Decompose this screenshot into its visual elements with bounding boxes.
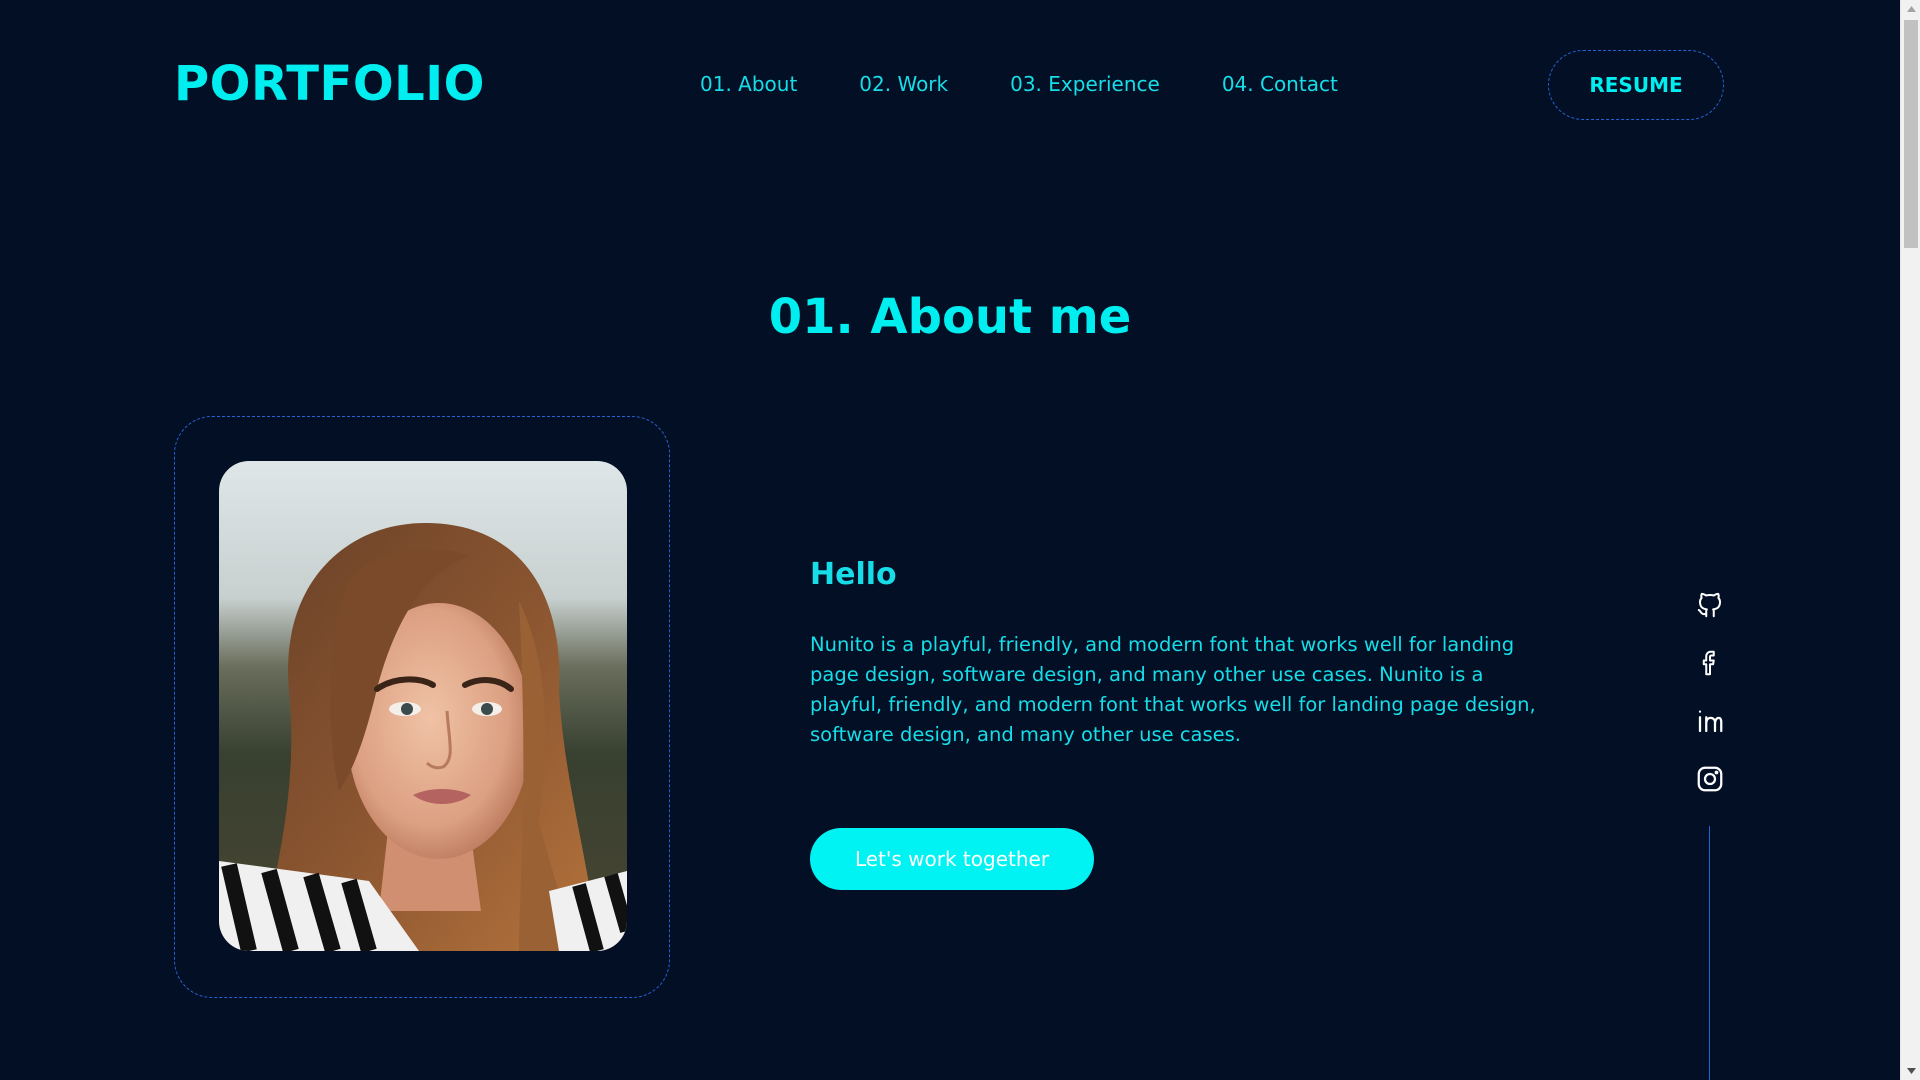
section-title: 01. About me: [768, 289, 1132, 345]
nav-link-about[interactable]: 01. About: [700, 68, 797, 100]
nav-link-experience[interactable]: 03. Experience: [1010, 68, 1160, 100]
greeting-heading: Hello: [810, 557, 897, 592]
vertical-scrollbar[interactable]: [1900, 0, 1920, 1080]
main-nav: 01. About 02. Work 03. Experience 04. Co…: [700, 68, 1338, 100]
facebook-icon[interactable]: [1694, 648, 1726, 678]
social-links: [1694, 590, 1726, 794]
scroll-thumb[interactable]: [1904, 20, 1918, 248]
profile-photo: [219, 461, 627, 951]
social-divider-line: [1709, 826, 1710, 1080]
linkedin-icon[interactable]: [1694, 706, 1726, 736]
scroll-down-icon[interactable]: [1901, 1062, 1920, 1080]
nav-link-work[interactable]: 02. Work: [859, 68, 948, 100]
scroll-up-icon[interactable]: [1901, 0, 1920, 18]
photo-frame: [174, 416, 670, 998]
logo[interactable]: PORTFOLIO: [174, 52, 485, 116]
instagram-icon[interactable]: [1694, 764, 1726, 794]
page: PORTFOLIO 01. About 02. Work 03. Experie…: [0, 0, 1900, 1080]
work-together-button[interactable]: Let's work together: [810, 828, 1094, 890]
bio-paragraph: Nunito is a playful, friendly, and moder…: [810, 633, 1536, 746]
github-icon[interactable]: [1694, 590, 1726, 620]
nav-link-contact[interactable]: 04. Contact: [1222, 68, 1338, 100]
resume-button[interactable]: RESUME: [1548, 50, 1724, 120]
